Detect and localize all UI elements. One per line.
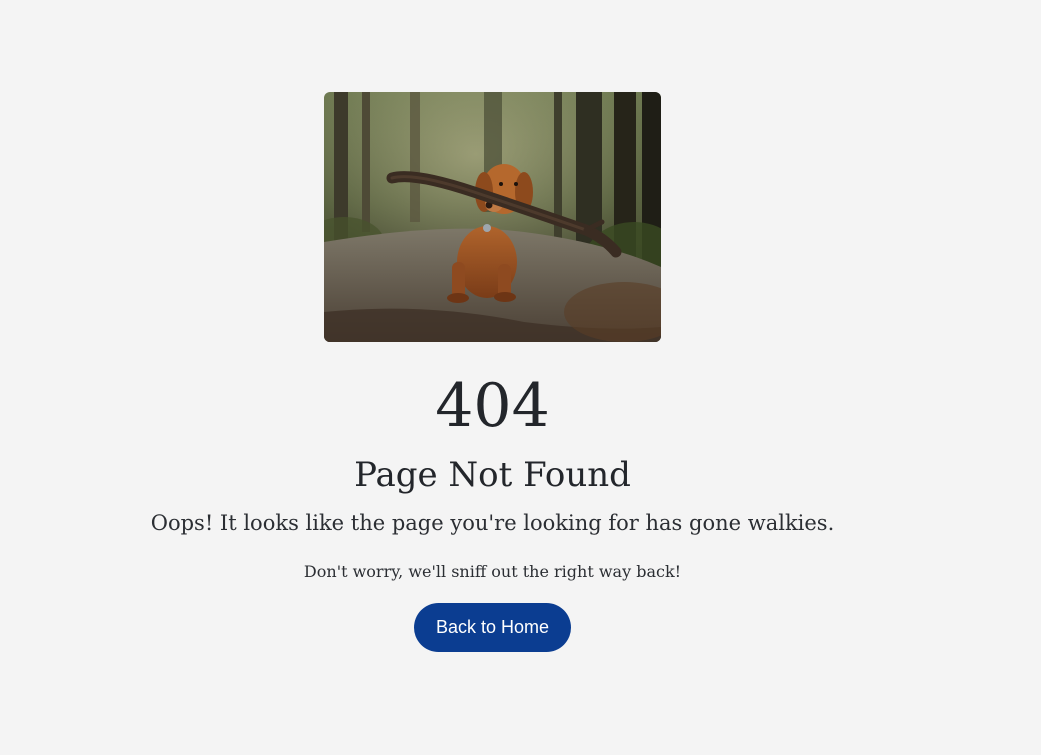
error-submessage: Don't worry, we'll sniff out the right w…	[303, 562, 682, 581]
back-to-home-button[interactable]: Back to Home	[414, 603, 571, 652]
not-found-page: 404 Page Not Found Oops! It looks like t…	[0, 0, 1041, 755]
error-code: 404	[435, 371, 550, 441]
dog-photo	[324, 92, 661, 342]
error-message: Oops! It looks like the page you're look…	[150, 511, 835, 535]
page-title: Page Not Found	[354, 455, 631, 495]
